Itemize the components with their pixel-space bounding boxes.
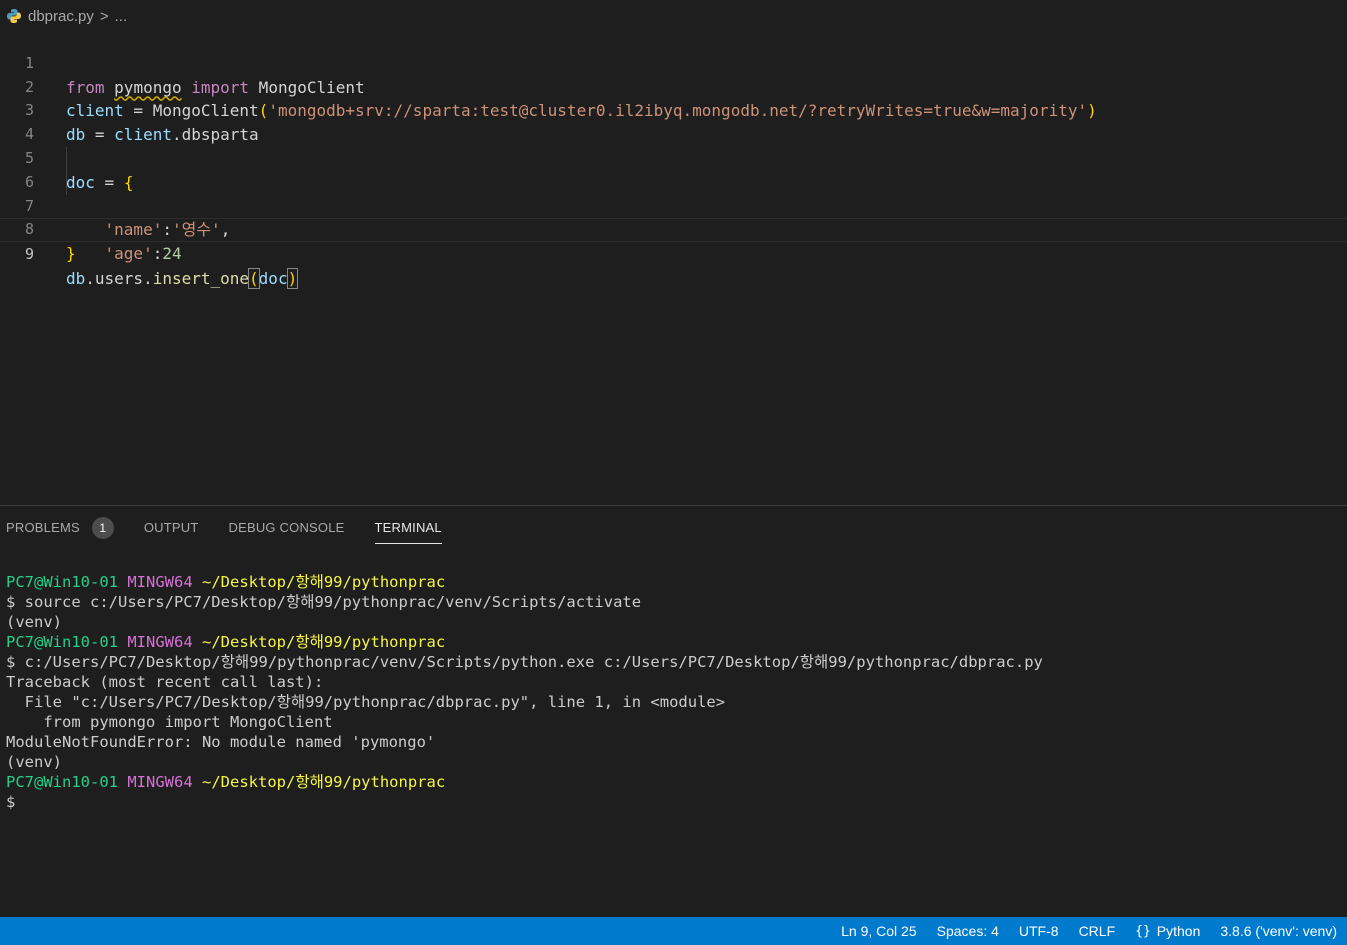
terminal-line: Traceback (most recent call last): <box>6 673 324 691</box>
prompt-path: ~/Desktop/항해99/pythonprac <box>202 633 446 651</box>
terminal-line: File "c:/Users/PC7/Desktop/항해99/pythonpr… <box>6 693 726 711</box>
code-line: 7 'age':24 <box>0 170 1347 263</box>
prompt-user: PC7@Win10-01 <box>6 633 118 651</box>
prompt-path: ~/Desktop/항해99/pythonprac <box>202 773 446 791</box>
encoding[interactable]: UTF-8 <box>1019 923 1059 939</box>
token: .users. <box>85 268 153 288</box>
panel-tabs: PROBLEMS 1 OUTPUT DEBUG CONSOLE TERMINAL <box>0 506 1347 550</box>
terminal-prompt: PC7@Win10-01 MINGW64 ~/Desktop/항해99/pyth… <box>6 572 1347 592</box>
indent-guide <box>66 170 67 195</box>
braces-icon: {} <box>1135 923 1151 939</box>
status-bar: Ln 9, Col 25 Spaces: 4 UTF-8 CRLF {} Pyth… <box>0 917 1347 945</box>
chevron-right-icon: > <box>99 7 109 25</box>
terminal-prompt: PC7@Win10-01 MINGW64 ~/Desktop/항해99/pyth… <box>6 772 1347 792</box>
tab-debug-console[interactable]: DEBUG CONSOLE <box>229 513 345 543</box>
language-label: Python <box>1156 923 1201 939</box>
tab-output[interactable]: OUTPUT <box>144 513 199 543</box>
prompt-shell: MINGW64 <box>127 773 193 791</box>
code-line-current: 9 db.users.insert_one(doc) <box>0 218 1347 289</box>
indentation[interactable]: Spaces: 4 <box>937 923 999 939</box>
prompt-shell: MINGW64 <box>127 573 193 591</box>
code-editor[interactable]: 1 from pymongo import MongoClient 2 clie… <box>0 28 1347 498</box>
token: } <box>66 244 76 264</box>
code-line: 3 db = client.dbsparta <box>0 76 1347 144</box>
terminal-line: (venv) <box>6 753 62 771</box>
token: ( <box>248 267 260 289</box>
tab-terminal[interactable]: TERMINAL <box>374 513 442 544</box>
code-line: 1 from pymongo import MongoClient <box>0 28 1347 97</box>
tab-label: OUTPUT <box>143 520 199 535</box>
python-interpreter[interactable]: 3.8.6 ('venv': venv) <box>1220 923 1337 939</box>
token: 'age' <box>104 244 153 264</box>
indent-guide <box>66 146 67 171</box>
problems-count-badge: 1 <box>91 517 114 539</box>
terminal-prompt: PC7@Win10-01 MINGW64 ~/Desktop/항해99/pyth… <box>6 632 1347 652</box>
token: 24 <box>162 244 182 264</box>
tab-label: PROBLEMS <box>6 520 80 535</box>
breadcrumb-file[interactable]: dbprac.py <box>28 8 94 25</box>
code-line: 2 client = MongoClient('mongodb+srv://sp… <box>0 52 1347 121</box>
line-number: 9 <box>24 245 34 264</box>
code-line: 8 } <box>0 195 1347 263</box>
token: doc <box>258 268 288 288</box>
tab-problems[interactable]: PROBLEMS 1 <box>6 513 114 543</box>
prompt-shell: MINGW64 <box>127 633 193 651</box>
terminal-line: (venv) <box>6 613 62 631</box>
code-line: 6 'name':'영수', <box>0 146 1347 239</box>
tab-label: TERMINAL <box>374 519 442 535</box>
breadcrumb-more[interactable]: ... <box>115 8 128 25</box>
prompt-path: ~/Desktop/항해99/pythonprac <box>202 573 446 591</box>
cursor-position[interactable]: Ln 9, Col 25 <box>841 923 917 939</box>
end-of-line[interactable]: CRLF <box>1079 923 1116 939</box>
token: ) <box>286 267 299 289</box>
tab-label: DEBUG CONSOLE <box>228 520 345 535</box>
code-line: 4 <box>0 99 1347 143</box>
code-line: 5 doc = { <box>0 123 1347 192</box>
terminal-output[interactable]: PC7@Win10-01 MINGW64 ~/Desktop/항해99/pyth… <box>6 572 1347 812</box>
bottom-panel: PROBLEMS 1 OUTPUT DEBUG CONSOLE TERMINAL… <box>0 505 1347 918</box>
terminal-input-line[interactable]: $ <box>6 792 1347 812</box>
terminal-line: from pymongo import MongoClient <box>6 713 333 731</box>
terminal-line: $ source c:/Users/PC7/Desktop/항해99/pytho… <box>6 593 642 611</box>
token: insert_one <box>152 268 250 288</box>
token: db <box>66 268 86 288</box>
python-file-icon <box>7 9 21 23</box>
token: : <box>152 244 163 264</box>
terminal-line: $ c:/Users/PC7/Desktop/항해99/pythonprac/v… <box>6 653 1043 671</box>
terminal-line: ModuleNotFoundError: No module named 'py… <box>6 733 436 751</box>
language-mode[interactable]: {} Python <box>1135 923 1200 939</box>
prompt-user: PC7@Win10-01 <box>6 573 118 591</box>
prompt-user: PC7@Win10-01 <box>6 773 118 791</box>
